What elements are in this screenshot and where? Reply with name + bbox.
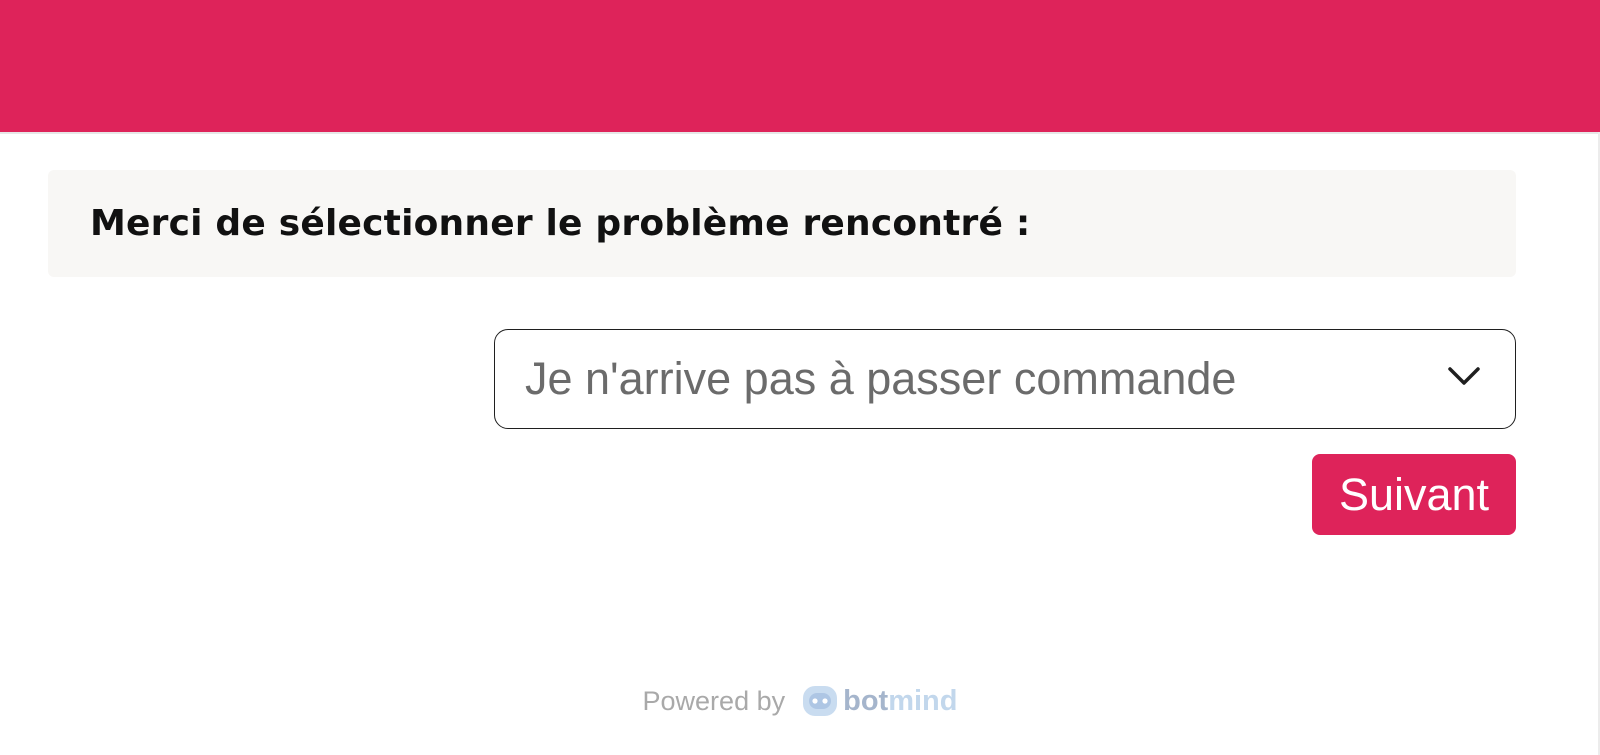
- powered-by-label: Powered by: [642, 685, 786, 716]
- header-bar: [0, 0, 1600, 134]
- next-button[interactable]: Suivant: [1312, 454, 1516, 535]
- question-text: Merci de sélectionner le problème rencon…: [90, 203, 1031, 244]
- chat-widget: Merci de sélectionner le problème rencon…: [0, 0, 1600, 755]
- powered-by-footer[interactable]: Powered by bot mind: [0, 678, 1600, 724]
- brand-name-mind: mind: [888, 684, 958, 717]
- bot-face-icon: [803, 686, 838, 716]
- brand-name-bot: bot: [843, 684, 889, 717]
- problem-select[interactable]: Je n'arrive pas à passer commande: [494, 329, 1516, 429]
- question-card: Merci de sélectionner le problème rencon…: [48, 170, 1516, 277]
- select-value: Je n'arrive pas à passer commande: [525, 353, 1237, 404]
- chevron-down-icon: [1448, 367, 1480, 385]
